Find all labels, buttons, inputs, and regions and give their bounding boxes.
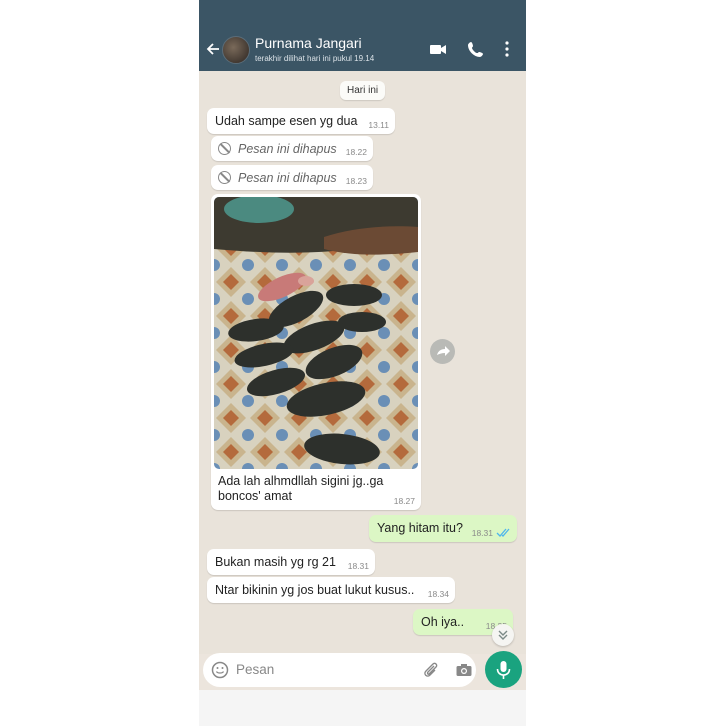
fish-photo[interactable] xyxy=(214,197,418,469)
avatar[interactable] xyxy=(222,36,250,64)
scroll-down-button[interactable] xyxy=(492,624,514,646)
message-text: Ntar bikinin yg jos buat lukut kusus.. xyxy=(215,583,415,597)
message-text: Udah sampe esen yg dua xyxy=(215,114,358,128)
ban-icon xyxy=(218,171,231,184)
message-list[interactable]: Hari ini Udah sampe esen yg dua 13.11 Pe… xyxy=(199,71,526,654)
message-outgoing[interactable]: Yang hitam itu? 18.31 xyxy=(369,515,517,542)
message-text: Yang hitam itu? xyxy=(377,521,463,535)
message-time: 18.31 xyxy=(347,561,369,571)
last-seen-status: terakhir dilihat hari ini pukul 19.14 xyxy=(255,54,375,63)
message-deleted[interactable]: Pesan ini dihapus 18.22 xyxy=(211,136,373,161)
message-time: 18.34 xyxy=(427,589,449,599)
message-text: Bukan masih yg rg 21 xyxy=(215,555,336,569)
message-time: 18.23 xyxy=(345,176,367,186)
bottom-area xyxy=(199,690,526,726)
message-composer[interactable]: Pesan xyxy=(203,653,476,687)
message-incoming[interactable]: Bukan masih yg rg 21 18.31 xyxy=(207,549,375,575)
chevron-down-icon xyxy=(498,630,508,640)
camera-icon[interactable] xyxy=(455,661,473,679)
back-arrow-icon[interactable] xyxy=(203,38,223,60)
message-text: Oh iya.. xyxy=(421,615,465,629)
date-divider: Hari ini xyxy=(340,81,386,100)
contact-name[interactable]: Purnama Jangari xyxy=(255,35,362,51)
caption-line: Ada lah alhmdllah sigini jg..ga xyxy=(218,474,384,488)
mic-icon xyxy=(496,661,511,679)
message-deleted[interactable]: Pesan ini dihapus 18.23 xyxy=(211,165,373,190)
message-time: 18.31 xyxy=(471,528,493,538)
phone-icon[interactable] xyxy=(467,40,485,58)
ban-icon xyxy=(218,142,231,155)
double-check-icon xyxy=(496,528,510,537)
status-bar xyxy=(199,0,526,28)
message-text: Pesan ini dihapus xyxy=(238,142,337,156)
message-time: 18.27 xyxy=(393,496,415,506)
share-icon[interactable] xyxy=(430,339,455,364)
message-time: 13.11 xyxy=(368,120,389,130)
message-incoming[interactable]: Ntar bikinin yg jos buat lukut kusus.. 1… xyxy=(207,577,455,603)
chat-screen: Purnama Jangari terakhir dilihat hari in… xyxy=(199,0,526,726)
attach-icon[interactable] xyxy=(422,661,440,679)
message-text: Ada lah alhmdllah sigini jg..ga boncos' … xyxy=(218,474,388,504)
message-text: Pesan ini dihapus xyxy=(238,171,337,185)
message-incoming[interactable]: Udah sampe esen yg dua 13.11 xyxy=(207,108,395,134)
emoji-icon[interactable] xyxy=(211,661,229,679)
more-vert-icon[interactable] xyxy=(502,40,512,58)
caption-line: boncos' amat xyxy=(218,489,292,503)
mic-button[interactable] xyxy=(485,651,522,688)
message-input[interactable]: Pesan xyxy=(236,662,274,677)
video-call-icon[interactable] xyxy=(429,40,447,58)
chat-header: Purnama Jangari terakhir dilihat hari in… xyxy=(199,28,526,71)
message-time: 18.22 xyxy=(345,147,367,157)
message-image[interactable]: Ada lah alhmdllah sigini jg..ga boncos' … xyxy=(211,194,421,510)
